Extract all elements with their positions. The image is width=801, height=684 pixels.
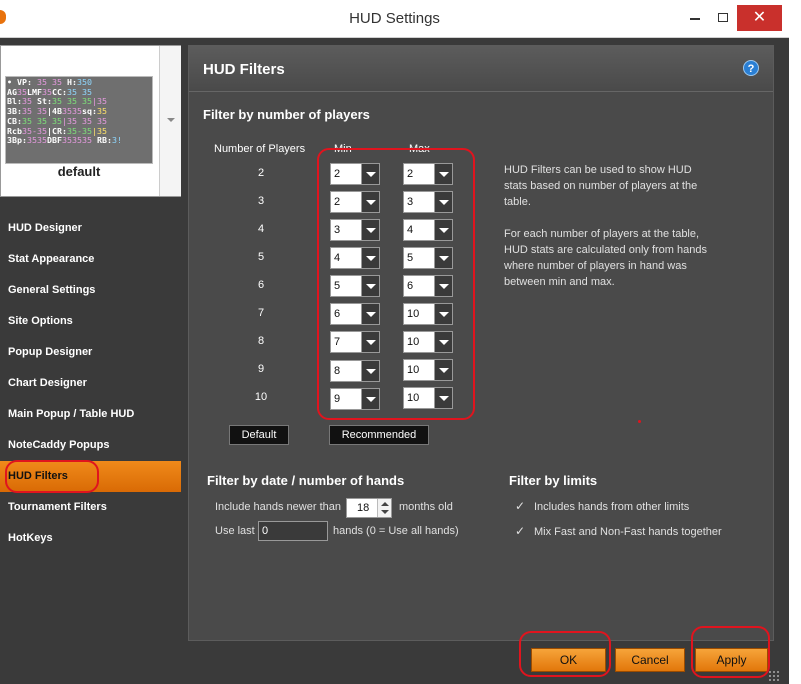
row-players-label: 3: [257, 195, 265, 207]
sidebar-item-tournament-filters[interactable]: Tournament Filters: [0, 492, 181, 523]
use-last-label: Use last: [215, 525, 255, 537]
help-icon[interactable]: ?: [743, 60, 759, 76]
newer-than-label: Include hands newer than: [215, 501, 341, 513]
chevron-down-icon: [167, 118, 175, 122]
panel-header: HUD Filters ?: [189, 46, 773, 92]
background-strip: [789, 0, 801, 684]
sidebar-item-popup-designer[interactable]: Popup Designer: [0, 337, 181, 368]
highlight-hud-filters: [5, 460, 99, 493]
mix-fast-checkbox[interactable]: ✓: [515, 524, 525, 538]
recommended-button[interactable]: Recommended: [329, 425, 429, 445]
row-players-label: 8: [257, 335, 265, 347]
row-players-label: 2: [257, 167, 265, 179]
hud-preview-name: default: [57, 164, 101, 179]
hands-unit-label: hands (0 = Use all hands): [333, 525, 459, 537]
mix-fast-label: Mix Fast and Non-Fast hands together: [534, 526, 722, 538]
sidebar-item-main-popup[interactable]: Main Popup / Table HUD: [0, 399, 181, 430]
row-players-label: 6: [257, 279, 265, 291]
highlight-apply: [691, 626, 770, 678]
row-players-label: 10: [254, 391, 268, 403]
sidebar-item-notecaddy-popups[interactable]: NoteCaddy Popups: [0, 430, 181, 461]
default-button[interactable]: Default: [229, 425, 289, 445]
highlight-ok: [519, 631, 611, 677]
col-number-of-players: Number of Players: [214, 143, 306, 155]
hud-preview-selector[interactable]: • VP: 35 35 H:350 AG35LMF35CC:35 35 Bl:3…: [0, 45, 181, 197]
last-hands-input[interactable]: 0: [258, 521, 328, 541]
players-section-title: Filter by number of players: [203, 107, 370, 122]
info-text-2: For each number of players at the table,…: [504, 228, 707, 288]
months-unit-label: months old: [399, 501, 453, 513]
sidebar-item-site-options[interactable]: Site Options: [0, 306, 181, 337]
row-players-label: 5: [257, 251, 265, 263]
months-stepper[interactable]: 18: [346, 498, 392, 518]
close-button[interactable]: ✕: [737, 5, 782, 31]
row-players-label: 4: [257, 223, 265, 235]
chevron-down-icon[interactable]: [381, 510, 389, 514]
minimize-icon: [690, 18, 700, 20]
hud-filters-panel: HUD Filters ? Filter by number of player…: [188, 45, 774, 641]
red-dot: [638, 420, 641, 423]
sidebar-item-chart-designer[interactable]: Chart Designer: [0, 368, 181, 399]
cancel-button[interactable]: Cancel: [615, 648, 685, 672]
date-section-title: Filter by date / number of hands: [207, 473, 405, 488]
info-text-1: HUD Filters can be used to show HUD stat…: [504, 164, 698, 208]
row-players-label: 7: [257, 307, 265, 319]
resize-grip-icon[interactable]: [768, 670, 780, 682]
title-bar: HUD Settings ✕: [0, 0, 789, 38]
window-title: HUD Settings: [349, 10, 440, 27]
preview-scrollbar[interactable]: [159, 46, 181, 196]
other-limits-checkbox[interactable]: ✓: [515, 499, 525, 513]
settings-sidebar: HUD Designer Stat Appearance General Set…: [0, 213, 181, 554]
page-title: HUD Filters: [203, 61, 285, 78]
sidebar-item-hotkeys[interactable]: HotKeys: [0, 523, 181, 554]
row-players-label: 9: [257, 363, 265, 375]
sidebar-item-general-settings[interactable]: General Settings: [0, 275, 181, 306]
hud-preview-image: • VP: 35 35 H:350 AG35LMF35CC:35 35 Bl:3…: [5, 76, 153, 164]
sidebar-item-hud-designer[interactable]: HUD Designer: [0, 213, 181, 244]
hud-settings-window: HUD Settings ✕ • VP: 35 35 H:350 AG35LMF…: [0, 0, 789, 684]
limits-section-title: Filter by limits: [509, 473, 598, 488]
highlight-min-max: [317, 148, 475, 420]
hud-preview-line: 3Bp:3535DBF353535 RB:3!: [7, 135, 122, 146]
maximize-button[interactable]: [706, 3, 740, 33]
chevron-up-icon[interactable]: [381, 502, 389, 506]
other-limits-label: Includes hands from other limits: [534, 501, 690, 513]
maximize-icon: [718, 13, 728, 22]
sidebar-item-stat-appearance[interactable]: Stat Appearance: [0, 244, 181, 275]
